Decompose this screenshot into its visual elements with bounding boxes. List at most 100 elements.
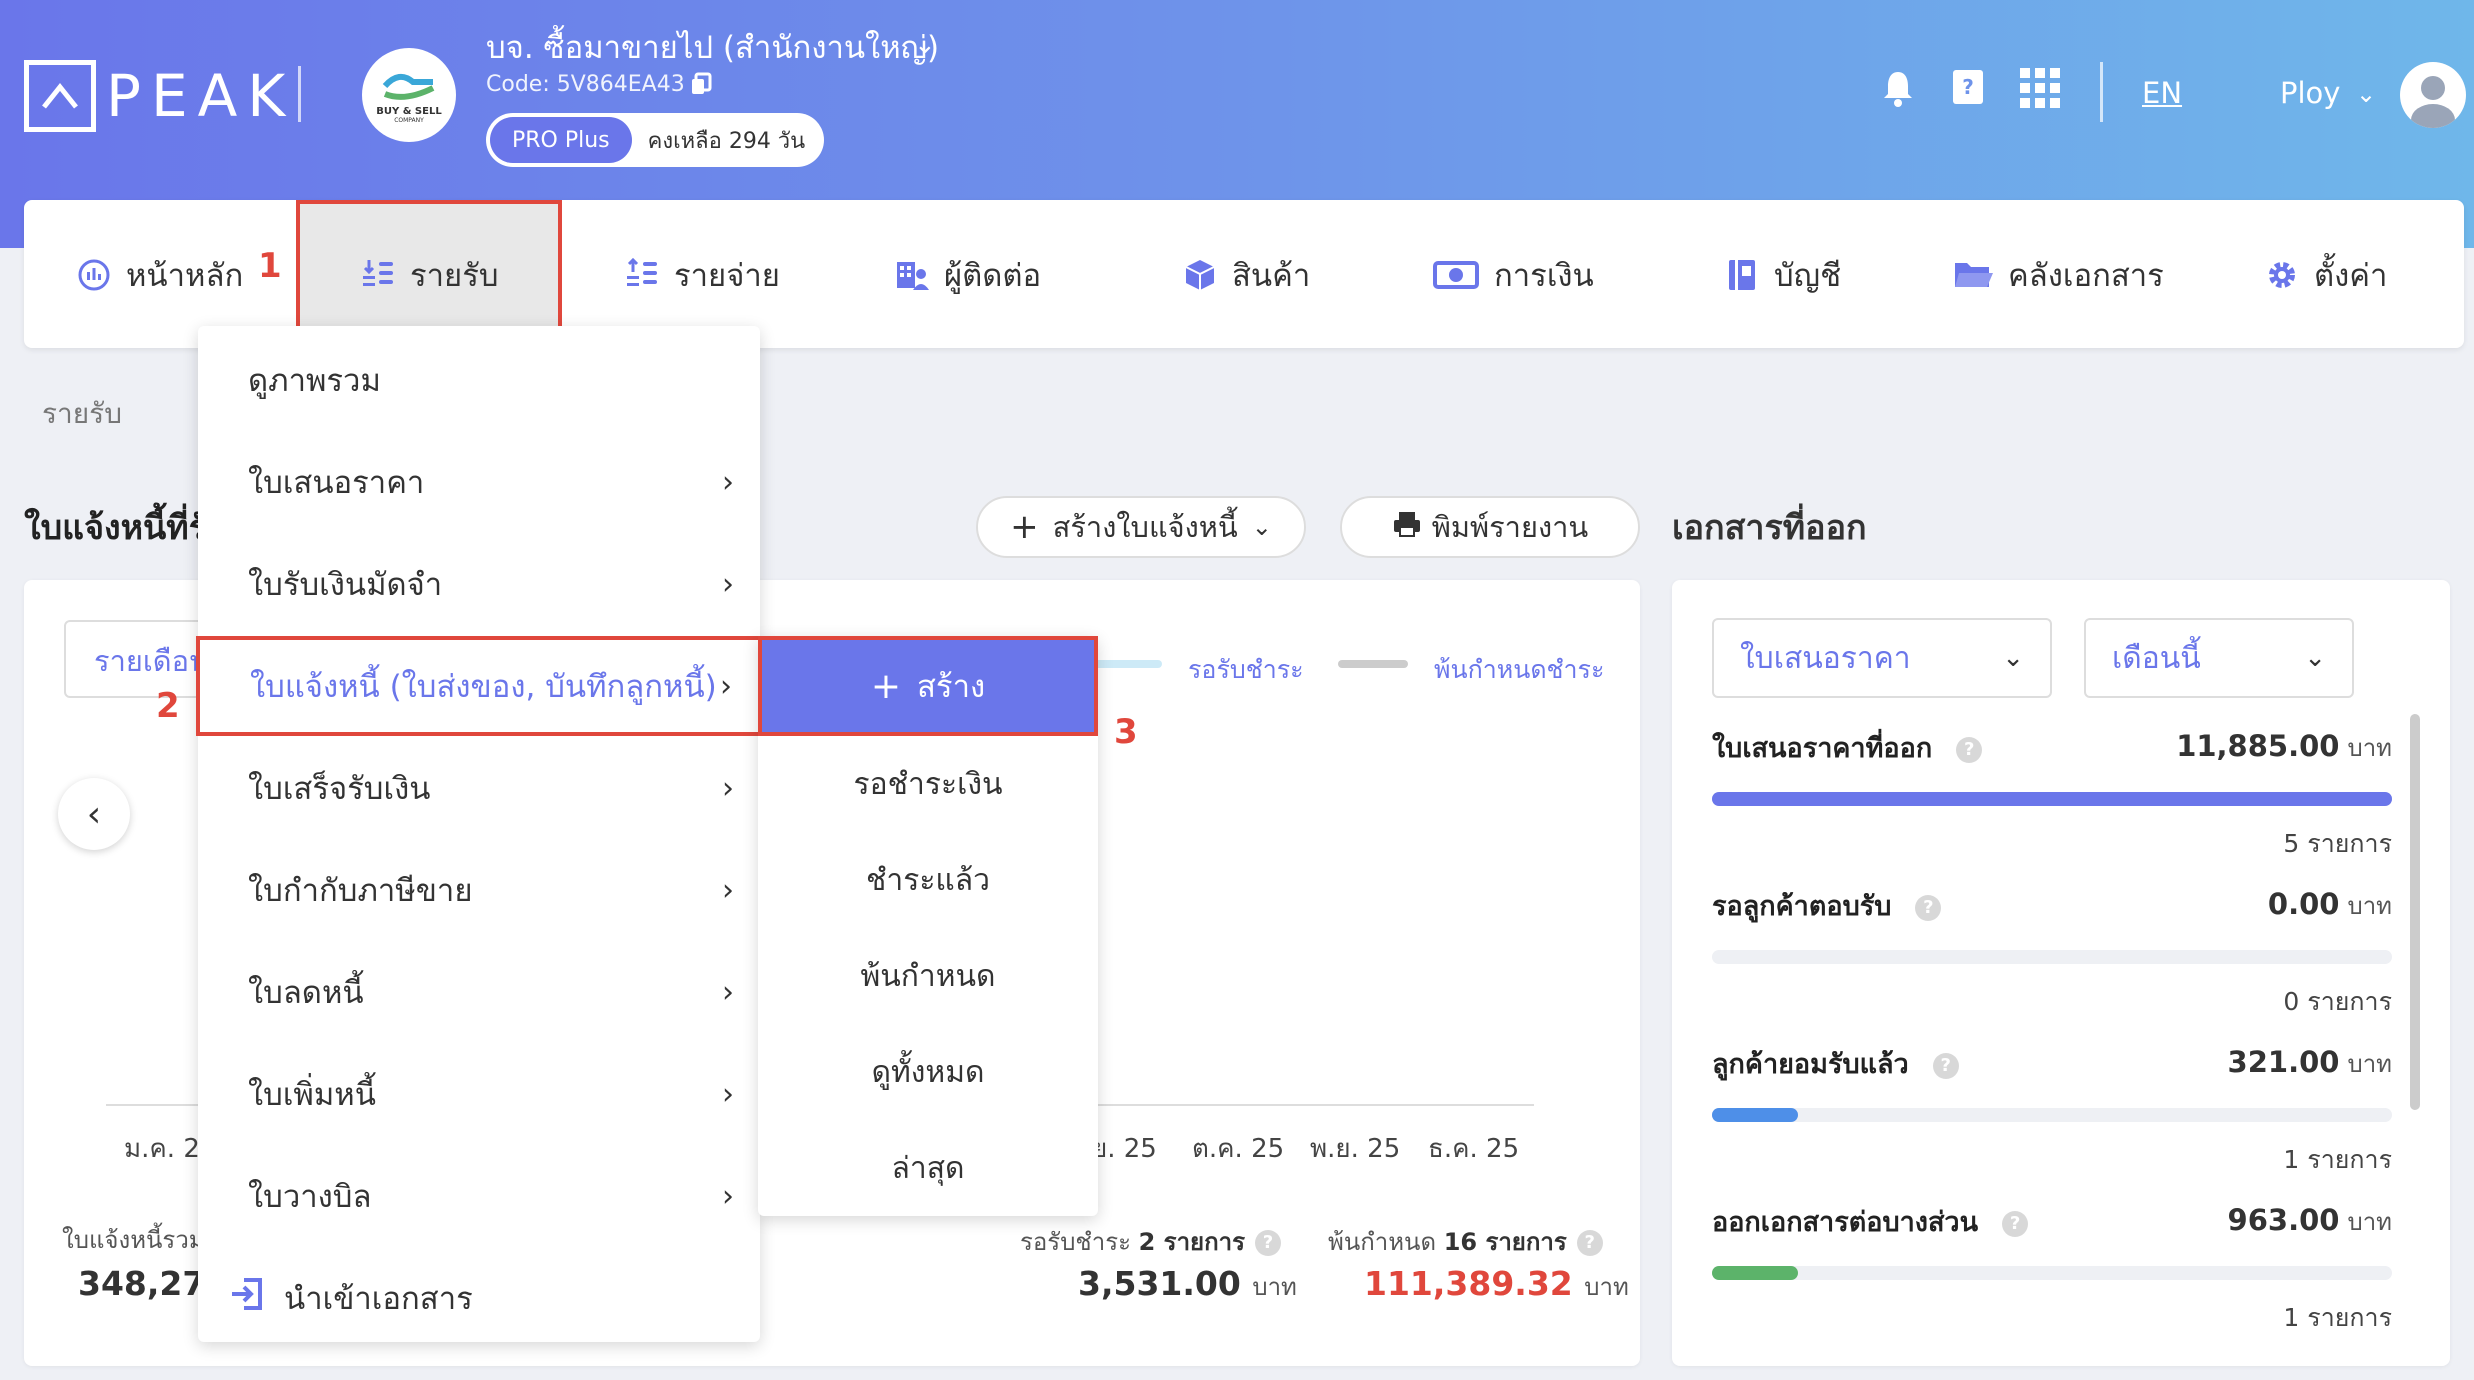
question-icon[interactable]: ? <box>1576 1230 1603 1256</box>
period-filter-value: เดือนนี้ <box>2112 640 2201 676</box>
nav-label: สินค้า <box>1232 258 1311 294</box>
copy-icon[interactable] <box>690 72 712 96</box>
currency-unit: บาท <box>1252 1273 1297 1301</box>
bell-icon[interactable] <box>1876 66 1920 110</box>
menu-item[interactable]: ใบแจ้งหนี้ (ใบส่งของ, บันทึกลูกหนี้) › <box>196 636 762 736</box>
period-filter-select[interactable]: เดือนนี้ ⌄ <box>2084 618 2354 698</box>
logo-text: PEAK <box>106 62 296 130</box>
menu-item[interactable]: ใบรับเงินมัดจำ › <box>198 534 760 634</box>
income-dropdown-menu: ดูภาพรวม ใบเสนอราคา › ใบรับเงินมัดจำ › ใบแจ้ง… <box>196 326 762 1342</box>
chevron-right-icon: › <box>722 974 734 1010</box>
nav-item-products[interactable]: สินค้า <box>1182 250 1310 300</box>
nav-item-accounting[interactable]: บัญชี <box>1724 250 1841 300</box>
menu-item-label: ใบลดหนี้ <box>248 975 364 1011</box>
issued-row-value: 0.00 บาท <box>2268 886 2392 925</box>
issued-row-progress-fill <box>1712 792 2392 806</box>
user-name[interactable]: Ploy <box>2280 76 2340 110</box>
chevron-left-icon[interactable]: ‹ <box>58 778 130 850</box>
nav-item-settings[interactable]: ตั้งค่า <box>2264 250 2387 300</box>
svg-text:?: ? <box>1962 75 1974 99</box>
panel-scrollbar[interactable] <box>2410 714 2420 1110</box>
company-logo-text: BUY & SELL <box>376 106 442 117</box>
issued-row-label-text: ลูกค้ายอมรับแล้ว <box>1712 1049 1909 1080</box>
plan-pill[interactable]: PRO Plus คงเหลือ 294 วัน <box>486 113 824 167</box>
printer-icon <box>1392 510 1422 545</box>
menu-item[interactable]: ใบเสร็จรับเงิน › <box>198 738 760 838</box>
nav-item-documents[interactable]: คลังเอกสาร <box>1952 250 2164 300</box>
menu-item[interactable]: ดูภาพรวม <box>198 330 760 430</box>
nav-item-expense[interactable]: รายจ่าย <box>624 250 780 300</box>
legend-label-pending: รอรับชำระ <box>1188 655 1304 684</box>
company-avatar[interactable]: BUY & SELL COMPANY <box>362 48 456 142</box>
question-icon[interactable]: ? <box>1956 736 1983 763</box>
menu-item[interactable]: ใบเสนอราคา › <box>198 432 760 532</box>
logo-mark-icon <box>24 60 96 132</box>
x-tick-label: ย. 25 <box>1092 1134 1157 1164</box>
chevron-down-icon[interactable]: ⌄ <box>914 30 936 60</box>
total-invoice-label: ใบแจ้งหนี้รวม <box>62 1226 205 1254</box>
overdue-stat-value: 111,389.32 บาท <box>1364 1264 1629 1306</box>
submenu-item[interactable]: ชำระแล้ว <box>758 832 1098 928</box>
chevron-down-icon: ⌄ <box>2002 643 2024 673</box>
menu-item[interactable]: ใบวางบิล › <box>198 1146 760 1246</box>
submenu-item[interactable]: รอชำระเงิน <box>758 736 1098 832</box>
doc-type-select[interactable]: ใบเสนอราคา ⌄ <box>1712 618 2052 698</box>
print-report-button[interactable]: พิมพ์รายงาน <box>1340 496 1640 558</box>
peak-logo[interactable]: PEAK <box>24 60 295 132</box>
nav-item-contacts[interactable]: ผู้ติดต่อ <box>894 250 1041 300</box>
create-invoice-button[interactable]: + สร้างใบแจ้งหนี้ ⌄ <box>976 496 1306 558</box>
chevron-down-icon: ⌄ <box>1251 513 1272 541</box>
menu-item-label: ใบกำกับภาษีขาย <box>248 873 473 909</box>
contacts-icon <box>894 257 930 293</box>
money-icon <box>1432 257 1480 293</box>
issued-row-progress-track <box>1712 792 2392 806</box>
breadcrumb[interactable]: รายรับ <box>42 392 122 436</box>
menu-item[interactable]: ใบลดหนี้ › <box>198 942 760 1042</box>
issued-row-amount: 11,885.00 <box>2176 729 2340 763</box>
user-chevron-down-icon[interactable]: ⌄ <box>2356 80 2376 108</box>
dashboard-icon <box>76 257 112 293</box>
nav-item-income[interactable]: รายรับ <box>360 250 499 300</box>
doc-type-value: ใบเสนอราคา <box>1740 640 1911 676</box>
issued-row-count: 1 รายการ <box>2283 1145 2392 1174</box>
language-switch[interactable]: EN <box>2142 76 2182 110</box>
submenu-item[interactable]: ล่าสุด <box>758 1120 1098 1216</box>
chevron-right-icon: › <box>722 872 734 908</box>
question-icon[interactable]: ? <box>1255 1230 1282 1256</box>
question-icon[interactable]: ? <box>1932 1052 1959 1079</box>
submenu-item[interactable]: ดูทั้งหมด <box>758 1024 1098 1120</box>
menu-item[interactable]: ใบกำกับภาษีขาย › <box>198 840 760 940</box>
question-icon[interactable]: ? <box>2002 1210 2029 1237</box>
create-invoice-menu-button[interactable]: + สร้าง <box>758 636 1098 736</box>
x-tick-label: ธ.ค. 25 <box>1428 1134 1520 1164</box>
company-name[interactable]: บจ. ซื้อมาขายไป (สำนักงานใหญ่) <box>486 22 939 72</box>
help-book-icon[interactable]: ? <box>1946 66 1990 110</box>
nav-item-home[interactable]: หน้าหลัก <box>76 250 243 300</box>
user-avatar[interactable] <box>2400 62 2466 128</box>
submenu-item[interactable]: พ้นกำหนด <box>758 928 1098 1024</box>
overdue-stat-label: พ้นกำหนด 16 รายการ? <box>1328 1222 1603 1261</box>
chevron-right-icon: › <box>722 1178 734 1214</box>
nav-label: คลังเอกสาร <box>2008 258 2164 294</box>
issued-row-progress-fill <box>1712 1266 1799 1280</box>
menu-item-label: ใบรับเงินมัดจำ <box>248 567 443 603</box>
menu-item-label: นำเข้าเอกสาร <box>284 1281 473 1317</box>
issued-row-label: รอลูกค้าตอบรับ? <box>1712 884 1942 927</box>
menu-item-label: ใบวางบิล <box>248 1179 372 1215</box>
income-icon <box>360 257 396 293</box>
chevron-right-icon: › <box>722 464 734 500</box>
menu-item-label: ใบแจ้งหนี้ (ใบส่งของ, บันทึกลูกหนี้) <box>250 669 717 705</box>
apps-grid-icon[interactable] <box>2018 66 2062 110</box>
chevron-right-icon: › <box>722 1076 734 1112</box>
nav-item-finance[interactable]: การเงิน <box>1432 250 1594 300</box>
print-report-label: พิมพ์รายงาน <box>1431 510 1589 544</box>
issued-row-progress-track <box>1712 1266 2392 1280</box>
plan-days-remaining: คงเหลือ 294 วัน <box>647 128 806 154</box>
chevron-right-icon: › <box>720 668 732 704</box>
nav-label: ผู้ติดต่อ <box>944 258 1042 294</box>
menu-item[interactable]: นำเข้าเอกสาร <box>198 1248 760 1348</box>
gear-icon <box>2264 257 2300 293</box>
menu-item[interactable]: ใบเพิ่มหนี้ › <box>198 1044 760 1144</box>
issued-row-label-text: รอลูกค้าตอบรับ <box>1712 891 1892 922</box>
question-icon[interactable]: ? <box>1915 894 1942 921</box>
